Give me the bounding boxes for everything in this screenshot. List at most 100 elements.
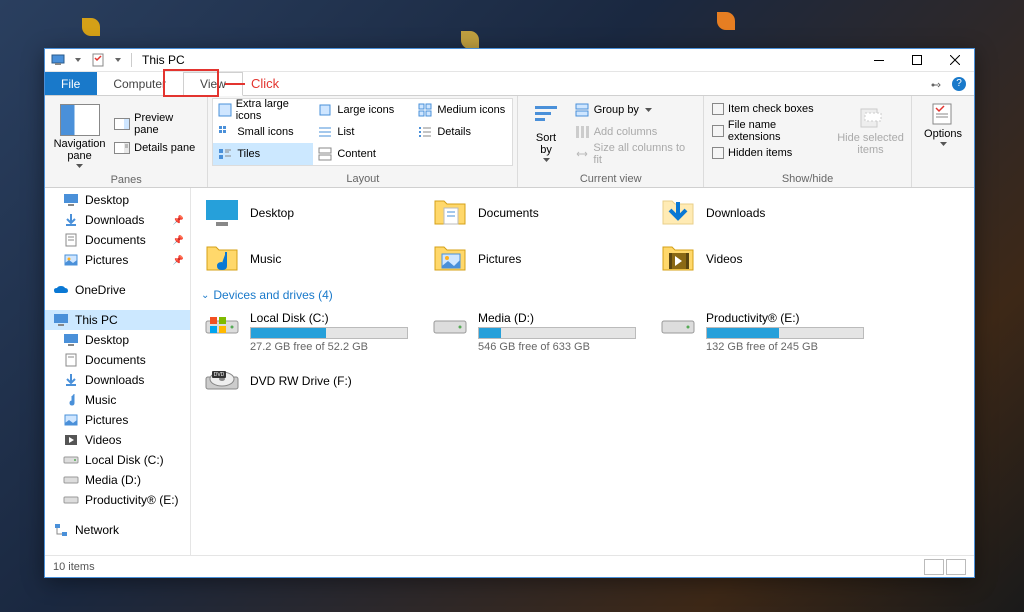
section-devices-and-drives[interactable]: ⌄Devices and drives (4) (201, 288, 964, 302)
folder-tile-pictures[interactable]: Pictures (429, 238, 639, 280)
documents-folder-icon (432, 195, 468, 231)
qat-dropdown-icon[interactable] (109, 52, 127, 68)
ribbon-tabs: File Computer View ? Click (45, 72, 974, 96)
sort-by-button[interactable]: Sort by (522, 98, 569, 166)
sidebar-item-local-disk[interactable]: Local Disk (C:) (45, 450, 190, 470)
details-pane-icon (114, 140, 130, 156)
group-label-current-view: Current view (522, 171, 699, 187)
drive-free-text: 132 GB free of 245 GB (706, 341, 864, 353)
pin-ribbon-icon[interactable] (930, 78, 942, 90)
drive-tile[interactable]: Productivity® (E:) 132 GB free of 245 GB (657, 308, 867, 356)
downloads-icon (63, 372, 79, 388)
folder-tile-documents[interactable]: Documents (429, 192, 639, 234)
add-columns-icon (574, 124, 590, 140)
pin-icon: 📌 (173, 255, 184, 266)
sidebar-item-documents-qa[interactable]: Documents📌 (45, 230, 190, 250)
sidebar-item-videos[interactable]: Videos (45, 430, 190, 450)
close-button[interactable] (936, 49, 974, 72)
documents-icon (63, 352, 79, 368)
file-explorer-window: This PC File Computer View ? Click Navig… (44, 48, 975, 578)
qat-dropdown-icon[interactable] (69, 52, 87, 68)
item-check-boxes-toggle[interactable]: Item check boxes (708, 98, 834, 120)
sidebar-item-downloads[interactable]: Downloads (45, 370, 190, 390)
annotation-click-label: Click (225, 76, 279, 91)
tiles-icon (217, 146, 233, 162)
desktop-icon (63, 192, 79, 208)
folder-tile-downloads[interactable]: Downloads (657, 192, 867, 234)
content-area: Desktop Downloads📌 Documents📌 Pictures📌 … (45, 188, 974, 555)
documents-icon (63, 232, 79, 248)
medium-icons-icon (417, 102, 433, 118)
options-button[interactable]: Options (916, 98, 970, 150)
chevron-down-icon (76, 164, 83, 168)
layout-details[interactable]: Details (413, 121, 513, 143)
sidebar-item-media[interactable]: Media (D:) (45, 470, 190, 490)
sidebar-item-desktop[interactable]: Desktop (45, 330, 190, 350)
group-by-button[interactable]: Group by (570, 99, 699, 121)
sidebar-item-downloads-qa[interactable]: Downloads📌 (45, 210, 190, 230)
this-pc-icon (53, 312, 69, 328)
file-name-extensions-toggle[interactable]: File name extensions (708, 120, 834, 142)
sidebar-item-music[interactable]: Music (45, 390, 190, 410)
main-panel: Desktop Documents Downloads Music Pictur… (191, 188, 974, 555)
content-icon (317, 146, 333, 162)
chevron-down-icon (543, 158, 550, 162)
drive-tile[interactable]: Media (D:) 546 GB free of 633 GB (429, 308, 639, 356)
maximize-button[interactable] (898, 49, 936, 72)
navigation-pane-icon (60, 104, 100, 136)
group-label-panes: Panes (49, 172, 203, 188)
layout-medium[interactable]: Medium icons (413, 99, 513, 121)
list-icon (317, 124, 333, 140)
sidebar-item-network[interactable]: Network (45, 520, 190, 540)
desktop-icon (63, 332, 79, 348)
sidebar-item-desktop-qa[interactable]: Desktop (45, 190, 190, 210)
folder-tile-videos[interactable]: Videos (657, 238, 867, 280)
drive-icon (432, 311, 468, 347)
usage-bar (706, 327, 864, 339)
navigation-tree: Desktop Downloads📌 Documents📌 Pictures📌 … (45, 188, 191, 555)
drive-tile-dvd[interactable]: DVDDVD RW Drive (F:) (201, 360, 411, 402)
view-tiles-button[interactable] (946, 559, 966, 575)
layout-list[interactable]: List (313, 121, 413, 143)
drive-tile[interactable]: Local Disk (C:) 27.2 GB free of 52.2 GB (201, 308, 411, 356)
pictures-icon (63, 252, 79, 268)
help-icon[interactable]: ? (952, 77, 966, 91)
sidebar-item-productivity[interactable]: Productivity® (E:) (45, 490, 190, 510)
chevron-down-icon (940, 142, 947, 146)
view-details-button[interactable] (924, 559, 944, 575)
folder-tile-desktop[interactable]: Desktop (201, 192, 411, 234)
sidebar-item-pictures[interactable]: Pictures (45, 410, 190, 430)
sidebar-item-onedrive[interactable]: OneDrive (45, 280, 190, 300)
minimize-button[interactable] (860, 49, 898, 72)
pin-icon: 📌 (173, 235, 184, 246)
sidebar-item-this-pc[interactable]: This PC (45, 310, 190, 330)
tab-file[interactable]: File (45, 72, 97, 95)
small-icons-icon (217, 124, 233, 140)
layout-large[interactable]: Large icons (313, 99, 413, 121)
pictures-icon (63, 412, 79, 428)
layout-tiles[interactable]: Tiles (213, 143, 313, 165)
hidden-items-toggle[interactable]: Hidden items (708, 142, 834, 164)
drive-free-text: 27.2 GB free of 52.2 GB (250, 341, 408, 353)
preview-pane-button[interactable]: Preview pane (110, 113, 203, 135)
drive-name: Media (D:) (478, 311, 636, 325)
decorative-leaf (461, 31, 479, 49)
drive-free-text: 546 GB free of 633 GB (478, 341, 636, 353)
size-columns-icon (574, 146, 590, 162)
sidebar-item-pictures-qa[interactable]: Pictures📌 (45, 250, 190, 270)
properties-icon[interactable] (89, 52, 107, 68)
drive-icon (63, 452, 79, 468)
ribbon-view: Navigation pane Preview pane Details pan… (45, 96, 974, 188)
layout-small[interactable]: Small icons (213, 121, 313, 143)
tab-computer[interactable]: Computer (97, 72, 183, 95)
folder-tile-music[interactable]: Music (201, 238, 411, 280)
explorer-icon (49, 52, 67, 68)
navigation-pane-button[interactable]: Navigation pane (49, 100, 110, 172)
onedrive-icon (53, 282, 69, 298)
titlebar: This PC (45, 49, 974, 72)
large-icons-icon (317, 102, 333, 118)
sidebar-item-documents[interactable]: Documents (45, 350, 190, 370)
layout-content[interactable]: Content (313, 143, 413, 165)
layout-extra-large[interactable]: Extra large icons (213, 99, 313, 121)
details-pane-button[interactable]: Details pane (110, 137, 203, 159)
